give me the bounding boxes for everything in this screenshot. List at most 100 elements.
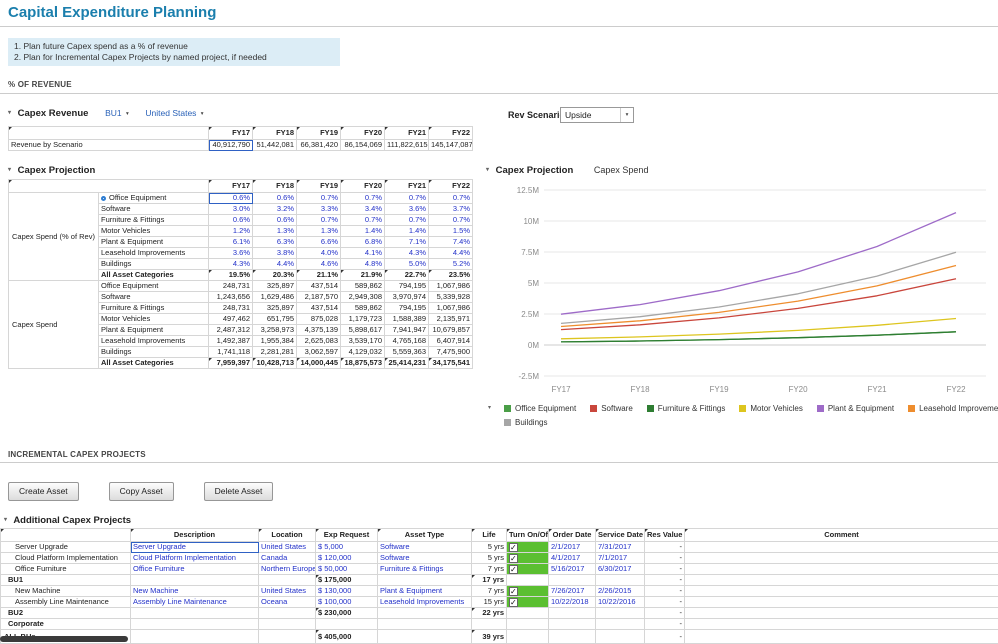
projection-value-cell[interactable]: 4.4% (253, 259, 297, 270)
life-cell[interactable]: 39 yrs (472, 630, 507, 644)
description-cell[interactable] (131, 575, 259, 586)
description-cell[interactable]: New Machine (131, 586, 259, 597)
projection-value-cell[interactable]: 3,062,597 (297, 347, 341, 358)
total-value-cell[interactable]: 25,414,231 (385, 358, 429, 369)
horizontal-scrollbar-thumb[interactable] (0, 636, 128, 642)
copy-asset-button[interactable]: Copy Asset (109, 482, 174, 501)
exp-request-cell[interactable]: $ 5,000 (316, 542, 378, 553)
projection-value-cell[interactable]: 1.2% (209, 226, 253, 237)
projection-value-cell[interactable]: 0.6% (209, 215, 253, 226)
service-date-cell[interactable] (596, 608, 645, 619)
project-row-label[interactable]: Corporate (1, 619, 131, 630)
location-cell[interactable]: Northern Europe (259, 564, 316, 575)
projection-value-cell[interactable]: 5,898,617 (341, 325, 385, 336)
res-value-cell[interactable]: - (645, 553, 685, 564)
projection-value-cell[interactable]: 1,067,986 (429, 281, 473, 292)
projection-value-cell[interactable]: 0.7% (429, 215, 473, 226)
revenue-value-cell[interactable]: 86,154,069 (341, 140, 385, 151)
projection-value-cell[interactable]: 0.6% (209, 193, 253, 204)
project-row-label[interactable]: Office Furniture (1, 564, 131, 575)
asset-type-cell[interactable]: Plant & Equipment (378, 586, 472, 597)
region-page-selector[interactable]: United States ▾ (145, 108, 203, 118)
service-date-cell[interactable]: 10/22/2016 (596, 597, 645, 608)
delete-asset-button[interactable]: Delete Asset (204, 482, 274, 501)
projection-value-cell[interactable]: 0.7% (297, 193, 341, 204)
projection-value-cell[interactable]: 1.5% (429, 226, 473, 237)
location-cell[interactable]: United States (259, 542, 316, 553)
turn-on-off-cell[interactable] (507, 597, 549, 608)
projection-value-cell[interactable]: 0.7% (385, 193, 429, 204)
location-cell[interactable]: Oceana (259, 597, 316, 608)
life-cell[interactable] (472, 619, 507, 630)
total-value-cell[interactable]: 7,959,397 (209, 358, 253, 369)
projection-value-cell[interactable]: 6.1% (209, 237, 253, 248)
projection-value-cell[interactable]: 589,862 (341, 281, 385, 292)
projection-value-cell[interactable]: 4.3% (209, 259, 253, 270)
projection-value-cell[interactable]: 1,067,986 (429, 303, 473, 314)
revenue-value-cell[interactable]: 51,442,081 (253, 140, 297, 151)
comment-cell[interactable] (685, 542, 998, 553)
projection-value-cell[interactable]: 5.0% (385, 259, 429, 270)
projection-value-cell[interactable]: 875,028 (297, 314, 341, 325)
projection-value-cell[interactable]: 6,407,914 (429, 336, 473, 347)
projection-value-cell[interactable]: 1,492,387 (209, 336, 253, 347)
projection-value-cell[interactable]: 794,195 (385, 303, 429, 314)
projection-value-cell[interactable]: 1.4% (341, 226, 385, 237)
order-date-cell[interactable] (549, 619, 596, 630)
projection-value-cell[interactable]: 4,765,168 (385, 336, 429, 347)
projection-value-cell[interactable]: 4,375,139 (297, 325, 341, 336)
revenue-value-cell[interactable]: 66,381,420 (297, 140, 341, 151)
location-cell[interactable] (259, 575, 316, 586)
projection-value-cell[interactable]: 4.0% (297, 248, 341, 259)
total-value-cell[interactable]: 22.7% (385, 270, 429, 281)
exp-request-cell[interactable]: $ 405,000 (316, 630, 378, 644)
total-value-cell[interactable]: 10,428,713 (253, 358, 297, 369)
total-value-cell[interactable]: 19.5% (209, 270, 253, 281)
description-cell[interactable] (131, 619, 259, 630)
projection-value-cell[interactable]: 651,795 (253, 314, 297, 325)
projection-value-cell[interactable]: 5.2% (429, 259, 473, 270)
projection-value-cell[interactable]: 437,514 (297, 281, 341, 292)
exp-request-cell[interactable]: $ 120,000 (316, 553, 378, 564)
projection-value-cell[interactable]: 3,539,170 (341, 336, 385, 347)
service-date-cell[interactable]: 2/26/2015 (596, 586, 645, 597)
projection-value-cell[interactable]: 1.3% (297, 226, 341, 237)
project-row-label[interactable]: BU2 (1, 608, 131, 619)
projection-value-cell[interactable]: 3.2% (253, 204, 297, 215)
asset-type-cell[interactable] (378, 630, 472, 644)
projection-value-cell[interactable]: 1,243,656 (209, 292, 253, 303)
projection-value-cell[interactable]: 3.6% (385, 204, 429, 215)
bu-page-selector[interactable]: BU1 ▾ (105, 108, 129, 118)
turn-on-off-cell[interactable] (507, 619, 549, 630)
projection-value-cell[interactable]: 794,195 (385, 281, 429, 292)
location-cell[interactable]: Canada (259, 553, 316, 564)
project-row-label[interactable]: New Machine (1, 586, 131, 597)
projection-value-cell[interactable]: 0.7% (297, 215, 341, 226)
total-value-cell[interactable]: 20.3% (253, 270, 297, 281)
projection-value-cell[interactable]: 4.8% (341, 259, 385, 270)
projection-value-cell[interactable]: 7,941,947 (385, 325, 429, 336)
projection-value-cell[interactable]: 7,475,900 (429, 347, 473, 358)
project-row-label[interactable]: BU1 (1, 575, 131, 586)
comment-cell[interactable] (685, 630, 998, 644)
description-cell[interactable] (131, 630, 259, 644)
total-value-cell[interactable]: 14,000,445 (297, 358, 341, 369)
service-date-cell[interactable] (596, 619, 645, 630)
projection-value-cell[interactable]: 6.8% (341, 237, 385, 248)
life-cell[interactable]: 7 yrs (472, 564, 507, 575)
turn-on-off-cell[interactable] (507, 553, 549, 564)
description-cell[interactable]: Assembly Line Maintenance (131, 597, 259, 608)
collapse-icon[interactable]: ▾ (486, 167, 489, 173)
projection-value-cell[interactable]: 1,629,486 (253, 292, 297, 303)
project-row-label[interactable]: Server Upgrade (1, 542, 131, 553)
location-cell[interactable] (259, 608, 316, 619)
asset-type-cell[interactable] (378, 575, 472, 586)
service-date-cell[interactable] (596, 630, 645, 644)
turn-on-off-cell[interactable] (507, 542, 549, 553)
projection-value-cell[interactable]: 3.0% (209, 204, 253, 215)
projection-value-cell[interactable]: 497,462 (209, 314, 253, 325)
order-date-cell[interactable]: 2/1/2017 (549, 542, 596, 553)
exp-request-cell[interactable]: $ 100,000 (316, 597, 378, 608)
projection-value-cell[interactable]: 325,897 (253, 281, 297, 292)
res-value-cell[interactable]: - (645, 630, 685, 644)
